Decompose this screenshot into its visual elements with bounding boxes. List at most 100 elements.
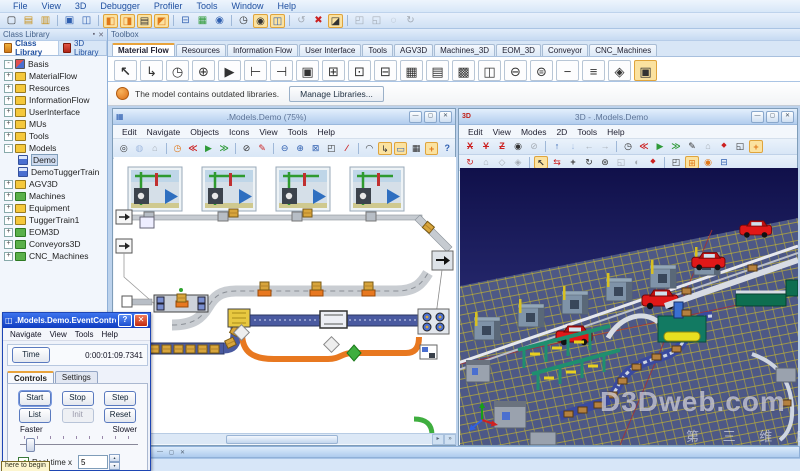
scroll-thumb[interactable]: [226, 435, 338, 444]
tree-item-userinterface[interactable]: +UserInterface: [0, 106, 107, 118]
move-down-icon[interactable]: ↓: [566, 140, 580, 153]
tab-resources[interactable]: Resources: [176, 44, 226, 56]
pickandplace-icon[interactable]: ▦: [400, 60, 423, 81]
brush-icon[interactable]: ✎: [685, 140, 699, 153]
console-icon[interactable]: ◠: [363, 142, 377, 155]
console-toggle-icon[interactable]: ▤: [137, 14, 152, 28]
help-icon[interactable]: ?: [440, 142, 454, 155]
menu-navigate[interactable]: Navigate: [147, 127, 181, 137]
pin-icon[interactable]: ▪: [93, 31, 95, 38]
tree-item-agv3d[interactable]: +AGV3D: [0, 178, 107, 190]
snapshot-icon[interactable]: ◫: [270, 14, 285, 28]
close-button[interactable]: ✕: [781, 111, 794, 123]
tab-agv3d[interactable]: AGV3D: [394, 44, 433, 56]
pane-split-icon[interactable]: »: [444, 434, 456, 445]
expand-icon[interactable]: +: [4, 216, 13, 225]
menu-edit[interactable]: Edit: [122, 127, 137, 137]
tree-item-equipment[interactable]: +Equipment: [0, 202, 107, 214]
expand-icon[interactable]: +: [4, 96, 13, 105]
tree-item-tuggertrain1[interactable]: +TuggerTrain1: [0, 214, 107, 226]
tree-item-cnc-machines[interactable]: +CNC_Machines: [0, 250, 107, 262]
tab-eom-3d[interactable]: EOM_3D: [496, 44, 541, 56]
paste-icon[interactable]: ◰: [324, 142, 338, 155]
menu-edit[interactable]: Edit: [468, 127, 483, 137]
expand-icon[interactable]: +: [4, 240, 13, 249]
turntable-icon[interactable]: ⊜: [530, 60, 553, 81]
close-button[interactable]: ✕: [439, 111, 452, 123]
open-library-icon[interactable]: ▥: [38, 14, 53, 28]
speed-slider[interactable]: [20, 436, 138, 450]
show-origin-icon[interactable]: ◍: [133, 142, 147, 155]
tree-item-conveyors3d[interactable]: +Conveyors3D: [0, 238, 107, 250]
event-debugger-icon[interactable]: ◉: [253, 14, 268, 28]
buffer-icon[interactable]: ▤: [426, 60, 449, 81]
expand-icon[interactable]: +: [4, 180, 13, 189]
find-icon[interactable]: ◎: [117, 142, 131, 155]
model-2d-canvas[interactable]: [114, 157, 456, 435]
expand-icon[interactable]: -: [4, 60, 13, 69]
top-conveyor-line[interactable]: [124, 209, 452, 252]
eventcontroller-icon[interactable]: ◷: [166, 60, 189, 81]
maximize-button[interactable]: ◻: [766, 111, 779, 123]
pen-icon[interactable]: ∕: [340, 142, 354, 155]
tools-icon[interactable]: +: [425, 142, 439, 155]
realtime-spinner[interactable]: ▴ ▾: [109, 454, 120, 470]
menu-2d[interactable]: 2D: [556, 127, 567, 137]
interface-icon[interactable]: ⊕: [192, 60, 215, 81]
expand-icon[interactable]: +: [4, 132, 13, 141]
axis-x-icon[interactable]: X: [463, 140, 477, 153]
tree-item-informationflow[interactable]: +InformationFlow: [0, 94, 107, 106]
model-2d-titlebar[interactable]: ▦ .Models.Demo (75%) — ◻ ✕: [113, 109, 455, 125]
drain-icon[interactable]: ⊣: [270, 60, 293, 81]
container-icon[interactable]: ▣: [634, 60, 657, 81]
axis-z-icon[interactable]: Z: [495, 140, 509, 153]
line-icon[interactable]: ◫: [478, 60, 501, 81]
class-library-toggle-icon[interactable]: ◧: [103, 14, 118, 28]
toolbox-toggle-icon[interactable]: ◨: [120, 14, 135, 28]
tree-item-machines[interactable]: +Machines: [0, 190, 107, 202]
tab-conveyor[interactable]: Conveyor: [542, 44, 588, 56]
parallelstation-icon[interactable]: ⊞: [322, 60, 345, 81]
realtime-factor-input[interactable]: [78, 455, 108, 469]
close-icon[interactable]: ✕: [180, 449, 185, 456]
menu-modes[interactable]: Modes: [521, 127, 547, 137]
horizontal-scrollbar[interactable]: ◂ ▸ »: [114, 433, 456, 444]
zoom-icon[interactable]: ⊘: [527, 140, 541, 153]
transfer-station[interactable]: [432, 251, 453, 315]
save-icon[interactable]: ▣: [62, 14, 77, 28]
fast-forward-icon[interactable]: ≫: [669, 140, 683, 153]
expand-icon[interactable]: +: [4, 252, 13, 261]
move-right-icon[interactable]: →: [598, 140, 612, 153]
home-icon[interactable]: ⌂: [148, 142, 162, 155]
move-up-icon[interactable]: ↑: [550, 140, 564, 153]
spinner-up-icon[interactable]: ▴: [109, 454, 120, 462]
expand-icon[interactable]: +: [4, 228, 13, 237]
comment-icon[interactable]: ▭: [394, 142, 408, 155]
tree-item-demotuggertrain[interactable]: DemoTuggerTrain: [0, 166, 107, 178]
minimize-icon[interactable]: —: [157, 449, 163, 455]
network-icon[interactable]: ◈: [608, 60, 631, 81]
menu-tools[interactable]: Tools: [288, 127, 308, 137]
paste-icon[interactable]: ◱: [369, 14, 384, 28]
expand-icon[interactable]: +: [4, 192, 13, 201]
assembly-conveyors[interactable]: [122, 309, 449, 354]
event-controller-icon[interactable]: ◷: [621, 140, 635, 153]
start-button[interactable]: Start: [19, 391, 51, 406]
start-icon[interactable]: ▶: [653, 140, 667, 153]
window-icon[interactable]: ◱: [733, 140, 747, 153]
expand-icon[interactable]: +: [4, 72, 13, 81]
tab-material-flow[interactable]: Material Flow: [112, 43, 175, 56]
open-icon[interactable]: ▤: [21, 14, 36, 28]
menu-profiler[interactable]: Profiler: [154, 1, 183, 11]
load-station[interactable]: [122, 288, 208, 312]
menu-navigate[interactable]: Navigate: [10, 330, 42, 339]
close-button[interactable]: ✕: [134, 314, 148, 327]
fast-forward-icon[interactable]: ≫: [217, 142, 231, 155]
tree-item-mus[interactable]: +MUs: [0, 118, 107, 130]
copy-icon[interactable]: ◰: [352, 14, 367, 28]
menu-tools[interactable]: Tools: [196, 1, 217, 11]
axis-y-icon[interactable]: Y: [479, 140, 493, 153]
manage-libraries-button[interactable]: Manage Libraries...: [289, 86, 384, 102]
menu-help[interactable]: Help: [101, 330, 117, 339]
expand-icon[interactable]: +: [4, 84, 13, 93]
